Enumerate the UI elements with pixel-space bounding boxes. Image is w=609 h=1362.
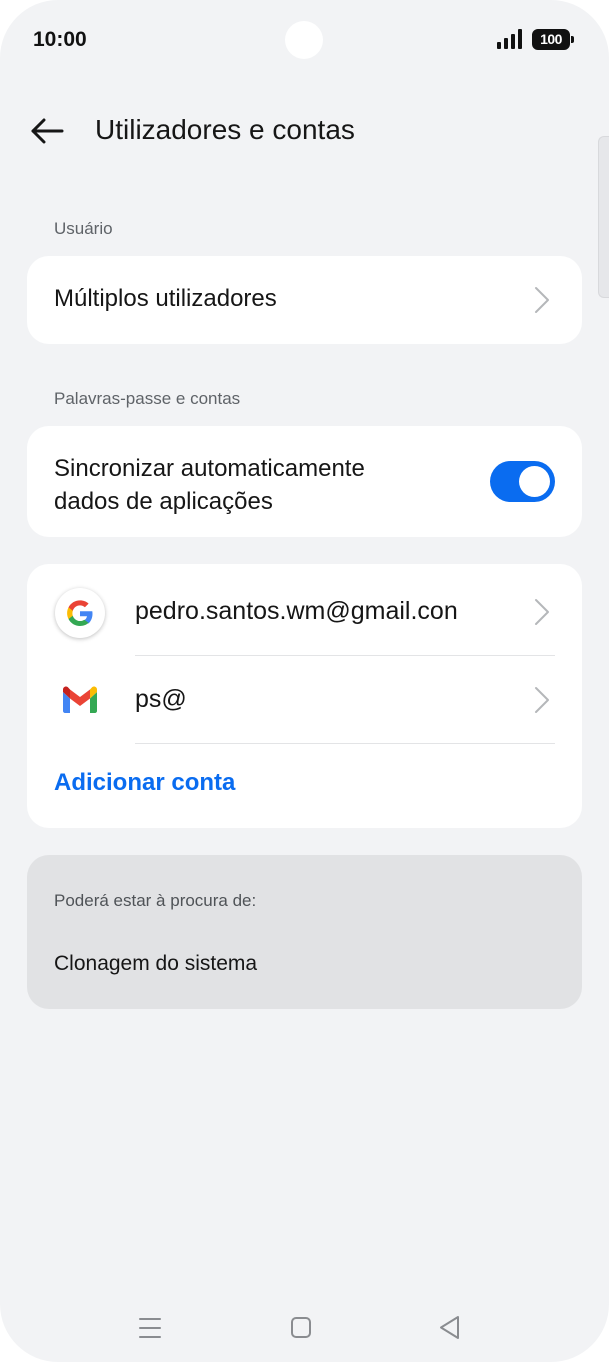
menu-button[interactable] xyxy=(128,1310,172,1346)
triangle-back-icon xyxy=(440,1316,459,1339)
account-row-gmail[interactable]: ps@ xyxy=(27,656,582,744)
auto-sync-toggle[interactable] xyxy=(490,461,555,502)
status-time: 10:00 xyxy=(33,28,87,51)
section-label-passwords: Palavras-passe e contas xyxy=(54,389,241,408)
status-bar: 10:00 100 xyxy=(0,0,609,82)
home-button[interactable] xyxy=(279,1310,323,1346)
section-label-user: Usuário xyxy=(54,219,113,238)
chevron-right-icon xyxy=(535,687,549,713)
back-nav-button[interactable] xyxy=(428,1310,472,1346)
back-button[interactable] xyxy=(26,110,68,152)
suggestion-system-clone[interactable]: Clonagem do sistema xyxy=(54,952,257,976)
phone-screen: 10:00 100 Utilizadores e contas Usuário … xyxy=(0,0,609,1362)
add-account-link[interactable]: Adicionar conta xyxy=(54,769,235,797)
multiple-users-label: Múltiplos utilizadores xyxy=(54,285,277,312)
arrow-left-icon xyxy=(31,118,64,144)
auto-sync-label-line2: dados de aplicações xyxy=(54,488,273,515)
account-row-google[interactable]: pedro.santos.wm@gmail.con xyxy=(27,564,582,656)
gmail-icon xyxy=(55,675,105,725)
account-email-google: pedro.santos.wm@gmail.con xyxy=(135,597,458,625)
navigation-bar xyxy=(0,1290,609,1362)
divider xyxy=(135,743,555,744)
chevron-right-icon xyxy=(535,287,549,313)
accounts-card: pedro.santos.wm@gmail.con ps@ Adicionar … xyxy=(27,564,582,828)
signal-icon xyxy=(497,29,523,49)
chevron-right-icon xyxy=(535,599,549,625)
auto-sync-label-line1: Sincronizar automaticamente xyxy=(54,455,365,482)
suggestions-card: Poderá estar à procura de: Clonagem do s… xyxy=(27,855,582,1009)
auto-sync-label: Sincronizar automaticamente dados de apl… xyxy=(54,452,365,518)
toggle-knob xyxy=(519,466,550,497)
battery-icon: 100 xyxy=(532,29,574,50)
menu-icon xyxy=(139,1318,161,1338)
google-icon xyxy=(55,588,105,638)
auto-sync-row[interactable]: Sincronizar automaticamente dados de apl… xyxy=(27,426,582,537)
multiple-users-row[interactable]: Múltiplos utilizadores xyxy=(27,256,582,344)
page-title: Utilizadores e contas xyxy=(95,114,355,145)
account-email-gmail: ps@ xyxy=(135,685,187,713)
scrollbar[interactable] xyxy=(598,136,609,298)
front-camera-cutout xyxy=(285,21,323,59)
suggestions-label: Poderá estar à procura de: xyxy=(54,891,257,910)
home-icon xyxy=(291,1317,311,1338)
